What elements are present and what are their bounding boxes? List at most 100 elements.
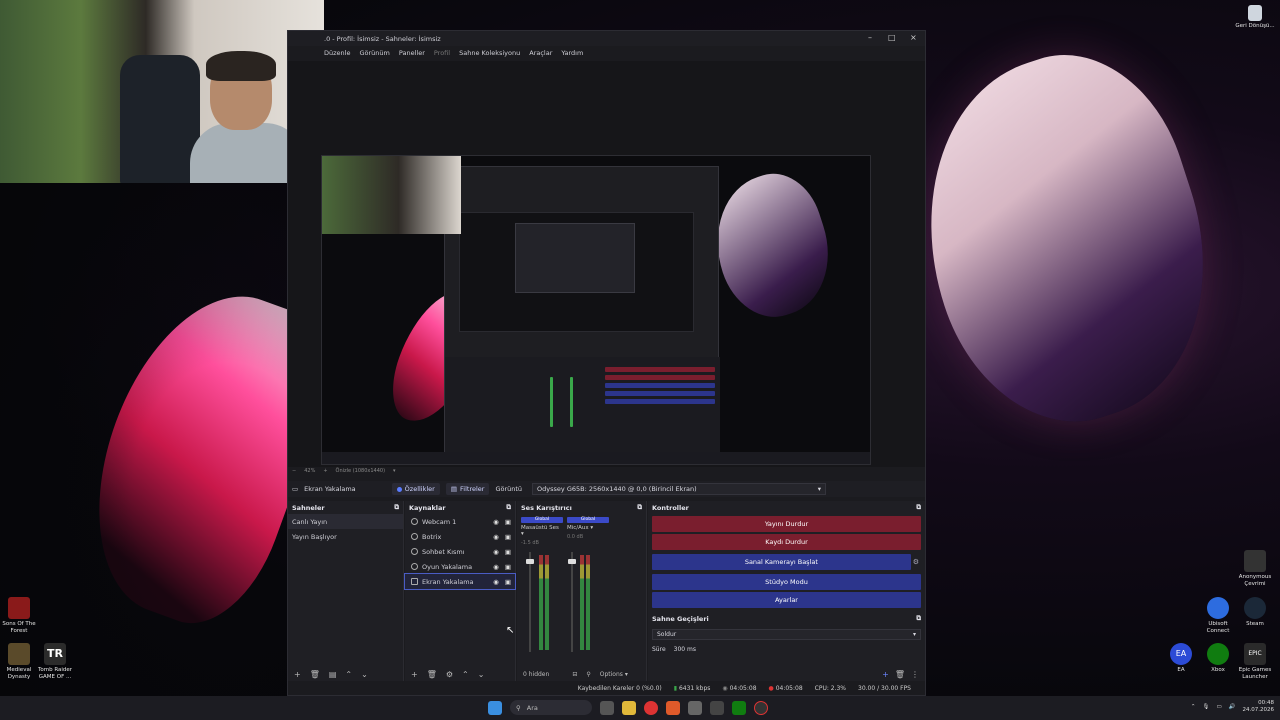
webcam-overlay	[0, 0, 324, 183]
maximize-icon[interactable]: □	[888, 33, 896, 42]
dock-float-icon[interactable]: ⧉	[637, 503, 642, 512]
menu-docks[interactable]: Paneller	[399, 49, 425, 57]
eye-icon[interactable]: ◉	[493, 578, 499, 586]
volume-slider[interactable]	[526, 559, 534, 564]
lock-icon[interactable]: ▣	[505, 563, 511, 571]
menu-help[interactable]: Yardım	[561, 49, 583, 57]
filter-icon[interactable]: ▤	[329, 670, 337, 679]
cpu-usage: CPU: 2.3%	[814, 684, 847, 692]
mixer-channel-desktop: Global Masaüstü Ses ▾ -1.5 dB	[521, 517, 563, 657]
settings-icon[interactable]	[688, 700, 702, 715]
dock-float-icon[interactable]: ⧉	[916, 614, 921, 623]
scene-item-starting[interactable]: Yayın Başlıyor	[288, 529, 403, 544]
volume-slider[interactable]	[568, 559, 576, 564]
chevron-down-icon[interactable]: ▾	[393, 468, 396, 474]
xbox-icon[interactable]: Xbox	[1197, 643, 1239, 674]
window-title: .0 - Profil: İsimsiz - Sahneler: İsimsiz	[324, 34, 441, 43]
duration-input[interactable]: 300 ms	[674, 646, 696, 653]
epic-icon[interactable]: EPIC Epic Games Launcher	[1234, 643, 1276, 680]
lock-icon[interactable]: ▣	[505, 578, 511, 586]
trash-icon[interactable]: 🗑	[310, 670, 320, 679]
start-virtual-camera-button[interactable]: Sanal Kamerayı Başlat	[652, 554, 911, 570]
link-icon[interactable]: ⚲	[586, 671, 590, 678]
lock-icon[interactable]: ▣	[505, 518, 511, 526]
dock-float-icon[interactable]: ⧉	[506, 503, 511, 512]
microphone-icon[interactable]: 🎙	[1202, 704, 1209, 710]
desktop-icon-sons-of-the-forest[interactable]: Sons Of The Forest	[0, 597, 40, 634]
eye-icon[interactable]: ◉	[493, 548, 499, 556]
source-item-chat[interactable]: Sohbet Kısmı ◉ ▣	[405, 544, 515, 559]
gear-icon[interactable]: ⚙	[446, 670, 453, 679]
app-icon[interactable]	[710, 700, 724, 715]
move-up-icon[interactable]: ⌃	[345, 670, 352, 679]
move-down-icon[interactable]: ⌄	[361, 670, 368, 679]
dock-float-icon[interactable]: ⧉	[916, 503, 921, 512]
file-explorer-icon[interactable]	[622, 700, 636, 715]
browser-icon[interactable]	[666, 700, 680, 715]
gear-icon[interactable]: ⚙	[913, 558, 919, 566]
lock-icon[interactable]: ▣	[505, 533, 511, 541]
display-select[interactable]: Odyssey G65B: 2560x1440 @ 0,0 (Birincil …	[532, 483, 827, 495]
lock-icon[interactable]: ▣	[505, 548, 511, 556]
network-icon[interactable]: ▭	[1216, 704, 1221, 710]
move-up-icon[interactable]: ⌃	[462, 670, 469, 679]
zoom-out-icon[interactable]: −	[292, 468, 296, 474]
ubisoft-icon[interactable]: Ubisoft Connect	[1197, 597, 1239, 634]
source-item-botrix[interactable]: Botrix ◉ ▣	[405, 529, 515, 544]
preview-label[interactable]: Önizle (1080x1440)	[336, 468, 385, 474]
menu-tools[interactable]: Araçlar	[529, 49, 552, 57]
more-icon[interactable]: ⋮	[911, 670, 919, 679]
volume-icon[interactable]: 🔊	[1229, 704, 1236, 710]
add-icon[interactable]: +	[294, 670, 301, 679]
clock[interactable]: 00:48 24.07.2026	[1243, 700, 1275, 713]
minimize-icon[interactable]: –	[868, 33, 872, 42]
dock-float-icon[interactable]: ⧉	[394, 503, 399, 512]
scene-item-live[interactable]: Canlı Yayın	[288, 514, 403, 529]
mixer-layout-icon[interactable]: ⊟	[572, 671, 577, 678]
source-item-webcam[interactable]: Webcam 1 ◉ ▣	[405, 514, 515, 529]
obs-icon[interactable]	[754, 700, 768, 715]
zoom-in-icon[interactable]: +	[323, 468, 327, 474]
desktop-icon-tomb-raider[interactable]: TR Tomb Raider GAME OF ...	[34, 643, 76, 680]
add-icon[interactable]: +	[882, 670, 889, 679]
controls-title: Kontroller	[652, 503, 689, 512]
desktop-icon-anonymous[interactable]: Anonymous Çevrimi	[1234, 550, 1276, 587]
media-player-icon[interactable]	[644, 700, 658, 715]
options-button[interactable]: Options ▾	[600, 671, 628, 678]
trash-icon[interactable]: 🗑	[427, 670, 437, 679]
eye-icon[interactable]: ◉	[493, 518, 499, 526]
ea-icon[interactable]: EA EA	[1160, 643, 1202, 674]
add-icon[interactable]: +	[411, 670, 418, 679]
steam-icon[interactable]: Steam	[1234, 597, 1276, 628]
menu-scene-collection[interactable]: Sahne Koleksiyonu	[459, 49, 520, 57]
search-box[interactable]: ⚲ Ara	[510, 700, 592, 715]
settings-button[interactable]: Ayarlar	[652, 592, 921, 608]
sources-title: Kaynaklar	[409, 503, 446, 512]
chevron-up-icon[interactable]: ⌃	[1191, 704, 1196, 710]
start-icon[interactable]	[488, 700, 502, 715]
xbox-icon[interactable]	[732, 700, 746, 715]
properties-button[interactable]: Özellikler	[391, 483, 440, 495]
task-view-icon[interactable]	[600, 700, 614, 715]
source-item-display-capture[interactable]: Ekran Yakalama ◉ ▣	[404, 573, 516, 590]
preview-canvas[interactable]	[321, 155, 871, 465]
recycle-bin-icon[interactable]: Geri Dönüşü...	[1234, 5, 1276, 30]
eye-icon[interactable]: ◉	[493, 533, 499, 541]
menu-edit[interactable]: Düzenle	[324, 49, 350, 57]
trash-icon[interactable]: 🗑	[895, 670, 905, 679]
stop-stream-button[interactable]: Yayını Durdur	[652, 516, 921, 532]
zoom-percent: 42%	[304, 468, 316, 474]
stop-recording-button[interactable]: Kaydı Durdur	[652, 534, 921, 550]
close-icon[interactable]: ×	[910, 33, 917, 42]
studio-mode-button[interactable]: Stüdyo Modu	[652, 574, 921, 590]
volume-meter	[586, 555, 590, 650]
eye-icon[interactable]: ◉	[493, 563, 499, 571]
wallpaper-shade	[0, 183, 287, 703]
move-down-icon[interactable]: ⌄	[478, 670, 485, 679]
sources-dock: Kaynaklar ⧉ Webcam 1 ◉ ▣ Botrix ◉ ▣ Sohbet Kı…	[404, 501, 516, 681]
menu-profile[interactable]: Profil	[434, 49, 450, 57]
source-item-game-capture[interactable]: Oyun Yakalama ◉ ▣	[405, 559, 515, 574]
menu-view[interactable]: Görünüm	[359, 49, 389, 57]
transition-select[interactable]: Soldur ▾	[652, 629, 921, 640]
filters-button[interactable]: ▤ Filtreler	[445, 483, 490, 495]
